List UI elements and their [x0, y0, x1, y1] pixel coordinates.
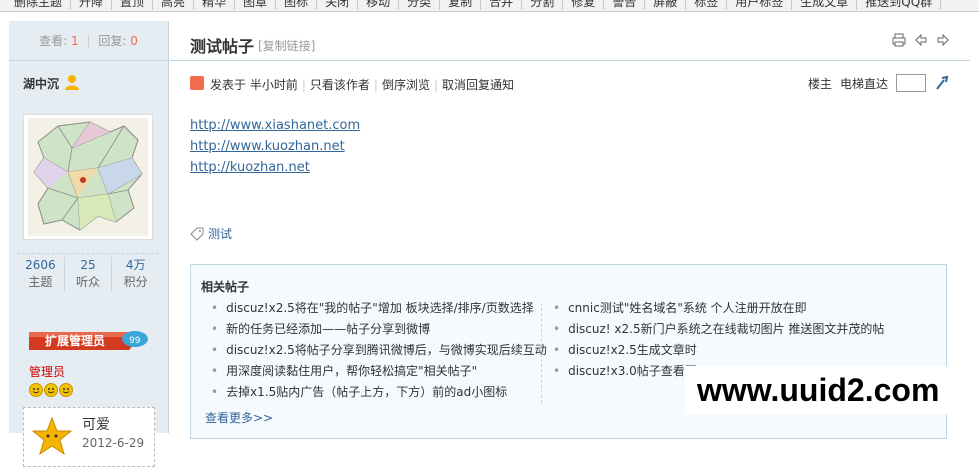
stat-credits[interactable]: 4万 积分 [112, 257, 159, 291]
online-user-icon [65, 75, 79, 90]
thread-title: 测试帖子 [190, 37, 255, 56]
cute-star-icon [32, 416, 72, 456]
related-divider [541, 303, 542, 403]
cancel-notify-link[interactable]: 取消回复通知 [442, 78, 514, 92]
replies-count: 0 [130, 34, 138, 48]
stat-threads-value: 2606 [25, 258, 56, 272]
only-author-link[interactable]: 只看该作者 [310, 78, 370, 92]
replies-label: 回复: [98, 34, 127, 48]
post-meta: 发表于 半小时前 | 只看该作者 | 倒序浏览 | 取消回复通知 楼主 电梯直达 [190, 74, 950, 92]
medal-card: 可爱 2012-6-29 [23, 407, 155, 467]
watermark: www.uuid2.com [685, 366, 979, 414]
stat-followers-label: 听众 [76, 275, 101, 289]
go-floor-icon[interactable] [934, 75, 950, 91]
floor-label: 楼主 [807, 76, 832, 91]
avatar[interactable] [23, 114, 153, 240]
mod-action-6[interactable]: 图标 [276, 0, 318, 10]
stat-followers[interactable]: 25 听众 [65, 257, 113, 291]
tag-icon [190, 227, 204, 241]
mod-action-7[interactable]: 关闭 [317, 0, 359, 10]
author-stats: 2606 主题 25 听众 4万 积分 [17, 257, 159, 291]
views-label: 查看: [39, 34, 68, 48]
author-name[interactable]: 湖中沉 [23, 75, 59, 92]
avatar-map-image [28, 118, 148, 236]
mod-action-16[interactable]: 标签 [686, 0, 728, 10]
mod-action-19[interactable]: 推送到QQ群 [857, 0, 942, 10]
mod-action-0[interactable]: 删除主题 [6, 0, 72, 10]
mod-action-11[interactable]: 合并 [481, 0, 523, 10]
stat-credits-value: 4万 [125, 258, 146, 272]
smiley-icon [59, 383, 73, 397]
related-thread-link[interactable]: 去掉x1.5贴内广告（帖子上方，下方）前的ad小图标 [211, 382, 547, 403]
stat-credits-label: 积分 [123, 275, 148, 289]
author-sidebar: 查看: 1 | 回复: 0 湖中沉 2606 主题 25 听众 4万 积分 99… [9, 21, 169, 467]
post-link[interactable]: http://www.kuozhan.net [190, 136, 360, 157]
print-icon[interactable] [892, 33, 906, 47]
mod-action-2[interactable]: 置顶 [112, 0, 154, 10]
mod-action-9[interactable]: 分类 [399, 0, 441, 10]
mod-action-3[interactable]: 高亮 [153, 0, 195, 10]
view-more-link[interactable]: 查看更多>> [205, 409, 273, 426]
smiley-icon [29, 383, 43, 397]
mod-action-12[interactable]: 分割 [522, 0, 564, 10]
smiley-icon [44, 383, 58, 397]
post-body-links: http://www.xiashanet.com http://www.kuoz… [190, 115, 360, 178]
related-thread-link[interactable]: 用深度阅读黏住用户，帮你轻松搞定"相关帖子" [211, 361, 547, 382]
counts-separator: | [86, 34, 91, 48]
thread-counts: 查看: 1 | 回复: 0 [9, 21, 168, 61]
mod-action-14[interactable]: 警告 [604, 0, 646, 10]
thread-title-bar: 测试帖子 [复制链接] [170, 21, 970, 61]
stat-threads[interactable]: 2606 主题 [17, 257, 65, 291]
mod-action-5[interactable]: 图章 [235, 0, 277, 10]
post-meta-links: 发表于 半小时前 | 只看该作者 | 倒序浏览 | 取消回复通知 [210, 78, 515, 92]
jump-label: 电梯直达 [839, 76, 888, 91]
floor-jump-input[interactable] [896, 74, 926, 92]
posted-time: 发表于 半小时前 [210, 78, 298, 92]
mod-action-8[interactable]: 移动 [358, 0, 400, 10]
mod-action-10[interactable]: 复制 [440, 0, 482, 10]
floor-jump: 楼主 电梯直达 [808, 74, 950, 92]
related-thread-link[interactable]: discuz!x2.5生成文章时 [553, 340, 884, 361]
user-group[interactable]: 管理员 [29, 363, 65, 380]
post-link[interactable]: http://www.xiashanet.com [190, 115, 360, 136]
mod-action-18[interactable]: 生成文章 [792, 0, 858, 10]
mod-action-15[interactable]: 屏蔽 [645, 0, 687, 10]
previous-thread-icon[interactable] [914, 33, 928, 47]
related-thread-link[interactable]: discuz!x2.5将帖子分享到腾讯微博后，与微博实现后续互动 [211, 340, 547, 361]
stat-followers-value: 25 [80, 258, 96, 272]
related-thread-link[interactable]: discuz!x2.5将在"我的帖子"增加 板块选择/排序/页数选择 [211, 298, 547, 319]
mod-action-17[interactable]: 用户标签 [727, 0, 793, 10]
tag-link[interactable]: 测试 [208, 225, 232, 242]
related-thread-link[interactable]: cnnic测试"姓名域名"系统 个人注册开放在即 [553, 298, 884, 319]
post-tags: 测试 [190, 225, 232, 242]
post-author-icon [190, 76, 204, 90]
stats-divider [17, 253, 159, 254]
views-count: 1 [71, 34, 79, 48]
moderation-toolbar-list: 删除主题 升降 置顶 高亮 精华 图章 图标 关闭 移动 分类 复制 合并 分割 修复 警告 屏蔽 标签 用户标签… [6, 0, 942, 10]
related-title: 相关帖子 [201, 280, 250, 294]
reverse-order-link[interactable]: 倒序浏览 [382, 78, 430, 92]
stat-threads-label: 主题 [28, 275, 53, 289]
mod-action-4[interactable]: 精华 [194, 0, 236, 10]
mod-action-1[interactable]: 升降 [71, 0, 113, 10]
copy-link-button[interactable]: [复制链接] [258, 37, 315, 54]
next-thread-icon[interactable] [936, 33, 950, 47]
related-thread-link[interactable]: discuz! x2.5新门户系统之在线裁切图片 推送图文并茂的帖 [553, 319, 884, 340]
related-thread-link[interactable]: 新的任务已经添加——帖子分享到微博 [211, 319, 547, 340]
medal-name: 可爱 [82, 417, 110, 433]
mod-action-13[interactable]: 修复 [563, 0, 605, 10]
medal-date: 2012-6-29 [82, 436, 145, 450]
title-actions [892, 33, 950, 47]
moderation-toolbar: 删除主题 升降 置顶 高亮 精华 图章 图标 关闭 移动 分类 复制 合并 分割 修复 警告 屏蔽 标签 用户标签… [0, 0, 979, 12]
svg-text:99: 99 [129, 336, 141, 346]
post-link[interactable]: http://kuozhan.net [190, 157, 360, 178]
rank-stars [29, 383, 73, 397]
rank-title: 扩展管理员 [45, 334, 106, 348]
related-list-left: discuz!x2.5将在"我的帖子"增加 板块选择/排序/页数选择 新的任务已… [211, 298, 547, 403]
